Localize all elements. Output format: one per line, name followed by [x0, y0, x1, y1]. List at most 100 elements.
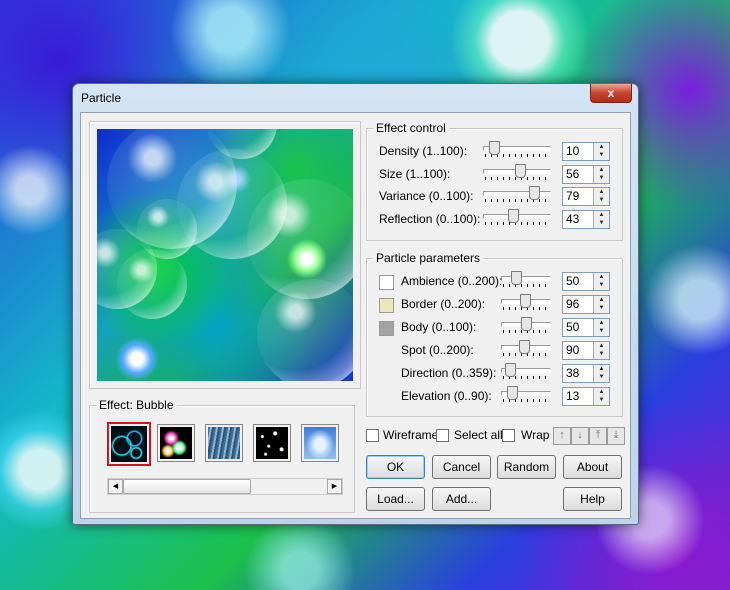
particle-param-spinbox-0[interactable]: 50 ▲ ▼ — [562, 272, 610, 291]
spin-up-icon[interactable]: ▲ — [594, 188, 609, 196]
effect-control-value-1[interactable]: 56 — [566, 167, 579, 181]
slider-thumb[interactable] — [507, 386, 518, 400]
particle-parameters-group: Particle parameters Ambience (0..200): 50… — [366, 251, 623, 417]
load-button[interactable]: Load... — [366, 487, 425, 511]
particle-param-value-5[interactable]: 13 — [566, 389, 579, 403]
spin-arrows: ▲ ▼ — [593, 143, 609, 160]
effect-control-slider-0[interactable] — [483, 141, 551, 157]
effect-thumb-sky[interactable] — [301, 424, 339, 462]
effect-control-value-3[interactable]: 43 — [566, 212, 579, 226]
slider-thumb[interactable] — [519, 340, 530, 354]
effect-control-value-0[interactable]: 10 — [566, 144, 579, 158]
spin-arrows: ▲ ▼ — [593, 210, 609, 228]
spin-down-icon[interactable]: ▼ — [594, 151, 609, 159]
particle-param-spinbox-3[interactable]: 90 ▲ ▼ — [562, 341, 610, 360]
effect-control-value-2[interactable]: 79 — [566, 189, 579, 203]
slider-thumb[interactable] — [511, 271, 522, 285]
slider-thumb[interactable] — [521, 317, 532, 331]
particle-param-spinbox-5[interactable]: 13 ▲ ▼ — [562, 387, 610, 406]
scroll-right-icon[interactable]: ▶ — [327, 479, 342, 494]
effect-control-label-3: Reflection (0..100): — [379, 211, 481, 226]
particle-param-spinbox-1[interactable]: 96 ▲ ▼ — [562, 295, 610, 314]
effect-control-spinbox-2[interactable]: 79 ▲ ▼ — [562, 187, 610, 206]
effect-thumb-bubble[interactable] — [107, 422, 151, 466]
spin-up-icon[interactable]: ▲ — [594, 388, 609, 396]
spin-up-icon[interactable]: ▲ — [594, 365, 609, 373]
bubble-preview-image — [97, 129, 353, 381]
particle-param-value-1[interactable]: 96 — [566, 297, 579, 311]
spin-down-icon[interactable]: ▼ — [594, 174, 609, 182]
particle-param-spinbox-2[interactable]: 50 ▲ ▼ — [562, 318, 610, 337]
spin-down-icon[interactable]: ▼ — [594, 327, 609, 335]
spin-up-icon[interactable]: ▲ — [594, 273, 609, 281]
close-button[interactable]: x — [590, 84, 632, 103]
move-down-icon[interactable]: ↓ — [571, 427, 589, 445]
select-all-checkbox[interactable] — [436, 429, 449, 442]
particle-param-slider-1[interactable] — [501, 294, 551, 310]
move-up-icon[interactable]: ↑ — [553, 427, 571, 445]
spin-down-icon[interactable]: ▼ — [594, 350, 609, 358]
random-button[interactable]: Random — [497, 455, 556, 479]
slider-thumb[interactable] — [505, 363, 516, 377]
particle-param-spinbox-4[interactable]: 38 ▲ ▼ — [562, 364, 610, 383]
particle-param-value-4[interactable]: 38 — [566, 366, 579, 380]
particle-param-swatch-2[interactable] — [379, 321, 394, 336]
move-top-icon[interactable]: ⤒ — [589, 427, 607, 445]
spin-up-icon[interactable]: ▲ — [594, 319, 609, 327]
particle-param-swatch-0[interactable] — [379, 275, 394, 290]
effect-control-slider-1[interactable] — [483, 163, 551, 180]
help-button[interactable]: Help — [563, 487, 622, 511]
spin-up-icon[interactable]: ▲ — [594, 342, 609, 350]
spin-down-icon[interactable]: ▼ — [594, 304, 609, 312]
slider-thumb[interactable] — [529, 186, 540, 200]
particle-param-value-2[interactable]: 50 — [566, 320, 579, 334]
particle-param-label-4: Direction (0..359): — [401, 366, 497, 380]
effect-control-slider-2[interactable] — [483, 186, 551, 202]
particle-param-slider-5[interactable] — [501, 386, 551, 402]
effect-thumb-glow[interactable] — [157, 424, 195, 462]
wrap-checkbox[interactable] — [502, 429, 515, 442]
slider-thumb[interactable] — [515, 163, 526, 178]
spin-up-icon[interactable]: ▲ — [594, 166, 609, 174]
about-button[interactable]: About — [563, 455, 622, 479]
spin-down-icon[interactable]: ▼ — [594, 373, 609, 381]
ok-button[interactable]: OK — [366, 455, 425, 479]
particle-param-slider-0[interactable] — [501, 271, 551, 287]
spin-arrows: ▲ ▼ — [593, 296, 609, 313]
spin-up-icon[interactable]: ▲ — [594, 296, 609, 304]
particle-param-value-0[interactable]: 50 — [566, 274, 579, 288]
move-bottom-icon[interactable]: ⤓ — [607, 427, 625, 445]
title-bar[interactable]: Particle x — [73, 84, 638, 112]
spin-down-icon[interactable]: ▼ — [594, 281, 609, 289]
spin-down-icon[interactable]: ▼ — [594, 219, 609, 227]
particle-param-slider-2[interactable] — [501, 317, 551, 333]
particle-param-slider-4[interactable] — [501, 363, 551, 379]
effect-thumb-water[interactable] — [205, 424, 243, 462]
cancel-button[interactable]: Cancel — [432, 455, 491, 479]
effects-scrollbar[interactable]: ◀ ▶ — [107, 478, 343, 495]
wireframe-checkbox[interactable] — [366, 429, 379, 442]
slider-thumb[interactable] — [508, 208, 519, 223]
spin-down-icon[interactable]: ▼ — [594, 396, 609, 404]
effect-control-spinbox-0[interactable]: 10 ▲ ▼ — [562, 142, 610, 161]
slider-thumb[interactable] — [489, 141, 500, 155]
slider-thumb[interactable] — [520, 294, 531, 308]
effect-control-label-2: Variance (0..100): — [379, 189, 474, 203]
spin-up-icon[interactable]: ▲ — [594, 143, 609, 151]
scrollbar-thumb[interactable] — [123, 479, 251, 494]
particle-param-swatch-1[interactable] — [379, 298, 394, 313]
particle-param-slider-3[interactable] — [501, 340, 551, 356]
effect-control-slider-3[interactable] — [483, 208, 551, 225]
spin-up-icon[interactable]: ▲ — [594, 211, 609, 219]
effect-control-group: Effect control Density (1..100): 10 ▲ ▼ Size… — [366, 121, 623, 241]
spin-down-icon[interactable]: ▼ — [594, 196, 609, 204]
particle-param-value-3[interactable]: 90 — [566, 343, 579, 357]
effect-control-spinbox-1[interactable]: 56 ▲ ▼ — [562, 164, 610, 184]
particle-param-label-1: Border (0..200): — [401, 297, 486, 311]
spin-arrows: ▲ ▼ — [593, 319, 609, 336]
effect-thumb-stars[interactable] — [253, 424, 291, 462]
add-button[interactable]: Add... — [432, 487, 491, 511]
scroll-left-icon[interactable]: ◀ — [108, 479, 123, 494]
effect-control-spinbox-3[interactable]: 43 ▲ ▼ — [562, 209, 610, 229]
slider-track — [483, 191, 551, 196]
